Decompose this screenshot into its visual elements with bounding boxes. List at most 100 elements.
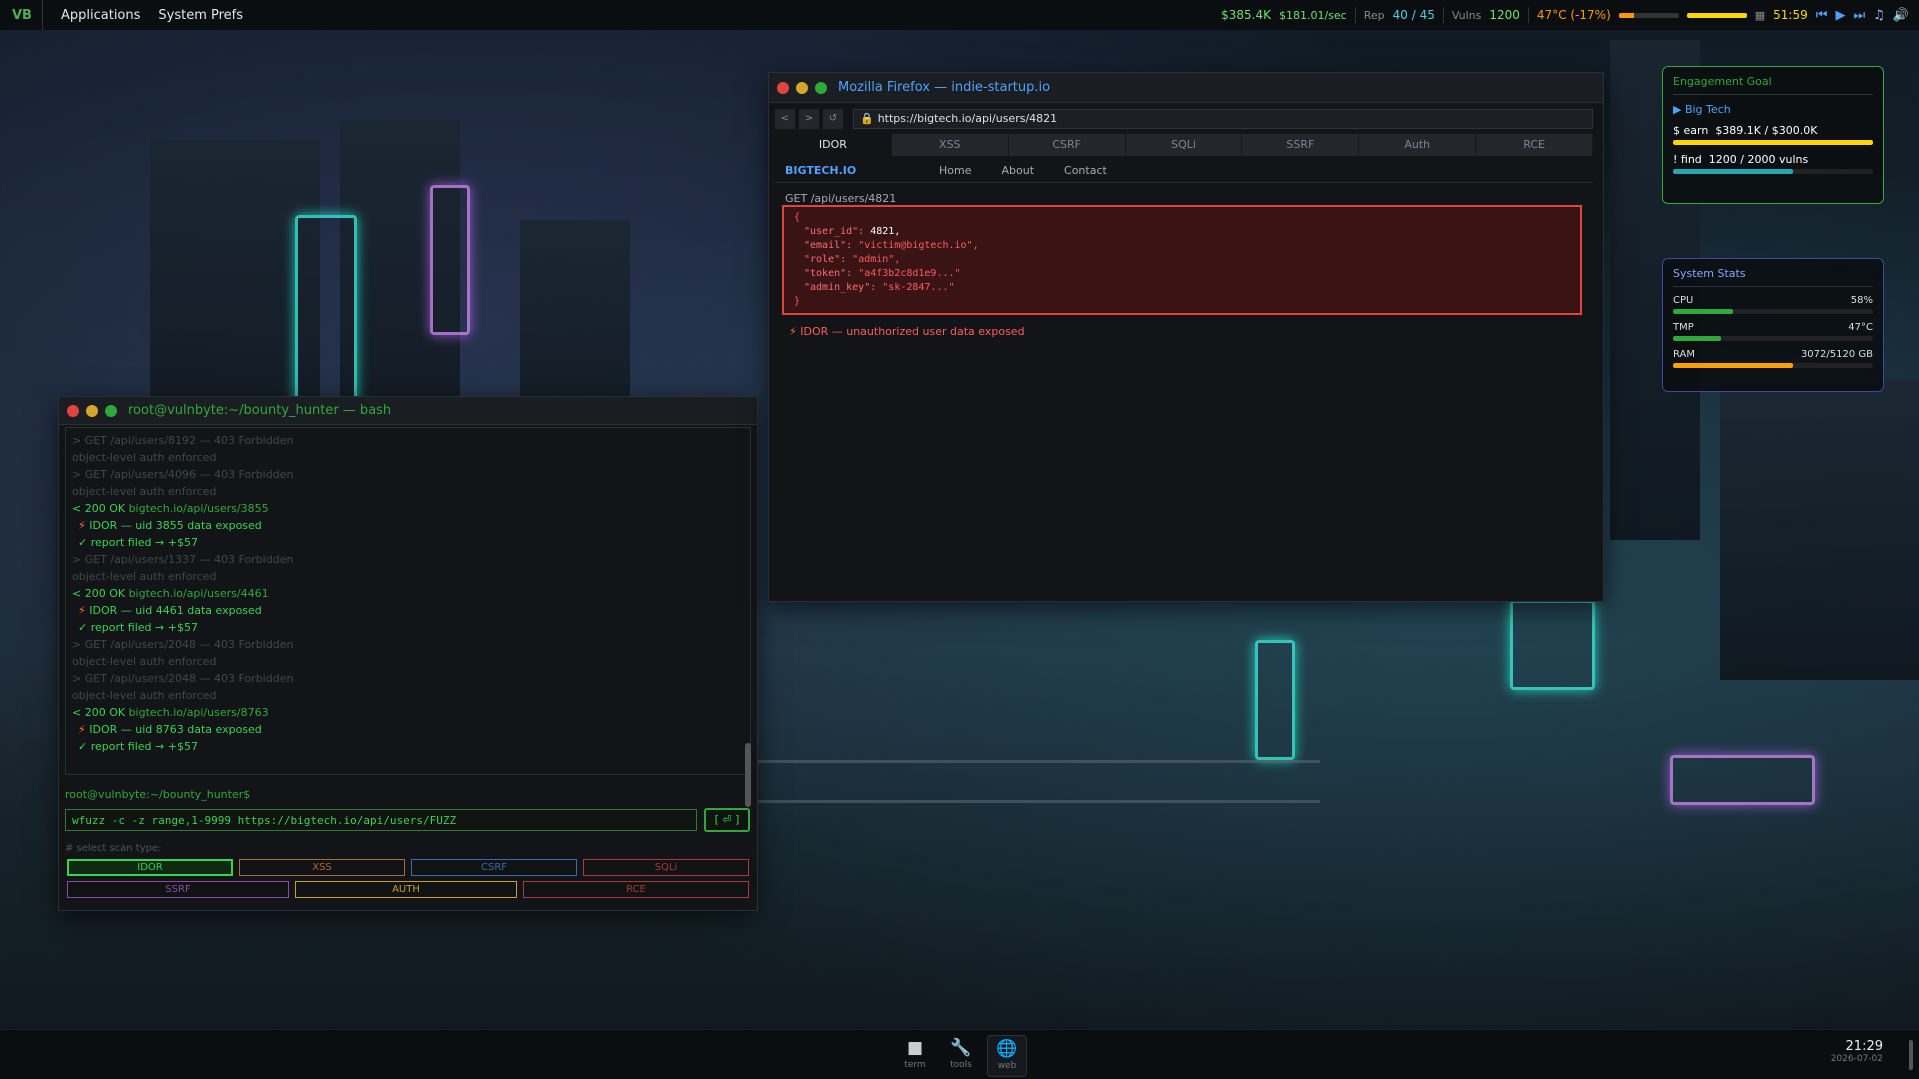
engagement-target: ▶ Big Tech — [1673, 103, 1731, 116]
separator — [1442, 7, 1444, 23]
lock-icon: 🔒 — [860, 112, 874, 125]
temperature-bar — [1618, 12, 1679, 18]
next-track-icon[interactable]: ⏭ — [1853, 8, 1865, 23]
stat-ram: RAM 3072/5120 GB — [1673, 349, 1873, 368]
minimize-button[interactable] — [796, 81, 808, 94]
site-link-contact[interactable]: Contact — [1064, 164, 1107, 177]
dock: ■ term 🔧 tools 🌐 web 21:29 2026-07-02 — [0, 1029, 1919, 1079]
tab-xss[interactable]: XSS — [891, 134, 1009, 156]
request-line: GET /api/users/4821 — [785, 192, 897, 205]
command-input[interactable]: wfuzz -c -z range,1-9999 https://bigtech… — [65, 809, 697, 831]
stat-row: CPU 58% — [1673, 295, 1873, 306]
scan-type-xss-button[interactable]: XSS — [239, 859, 405, 876]
log-line: > GET /api/users/8192 — 403 Forbidden — [72, 434, 294, 447]
money-rate: $181.01/sec — [1278, 8, 1347, 22]
earn-progress-fill — [1673, 140, 1873, 145]
dock-web-button[interactable]: 🌐 web — [987, 1035, 1027, 1077]
terminal-log[interactable]: > GET /api/users/8192 — 403 Forbidden ob… — [65, 427, 751, 775]
close-button[interactable] — [67, 404, 79, 417]
log-line-ok: < 200 OK bigtech.io/api/users/8763 — [72, 704, 744, 721]
site-nav: BIGTECH.IO Home About Contact — [775, 159, 1593, 183]
json-close: } — [794, 296, 801, 307]
tab-auth[interactable]: Auth — [1359, 134, 1477, 156]
vuln-tabs: IDOR XSS CSRF SQLi SSRF Auth RCE — [775, 134, 1594, 156]
log-line: object-level auth enforced — [72, 655, 217, 668]
log-host: bigtech.io/api/users/3855 — [128, 502, 269, 515]
maximize-button[interactable] — [815, 81, 827, 94]
volume-icon[interactable]: 🔊 — [1893, 8, 1909, 23]
previous-track-icon[interactable]: ⏮ — [1816, 8, 1828, 23]
log-status: < 200 OK — [72, 706, 126, 719]
show-desktop-button[interactable] — [1909, 1040, 1913, 1070]
idor-alert: ⚡ IDOR — unauthorized user data exposed — [789, 325, 1025, 338]
site-logo[interactable]: BIGTECH.IO — [775, 164, 925, 177]
terminal-prompt: root@vulnbyte:~/bounty_hunter$ — [65, 788, 251, 801]
reload-button[interactable]: ↺ — [823, 109, 843, 129]
site-link-home[interactable]: Home — [939, 164, 971, 177]
tab-ssrf[interactable]: SSRF — [1242, 134, 1360, 156]
json-key: "admin_key": — [804, 282, 883, 293]
tools-icon: 🔧 — [950, 1038, 972, 1058]
tab-rce[interactable]: RCE — [1476, 134, 1594, 156]
tab-idor[interactable]: IDOR — [775, 134, 892, 156]
forward-button[interactable]: > — [799, 109, 819, 129]
dock-tools-button[interactable]: 🔧 tools — [941, 1035, 981, 1077]
close-button[interactable] — [777, 81, 789, 94]
system-stats-title: System Stats — [1673, 267, 1873, 287]
neon-sign — [1255, 640, 1295, 760]
back-button[interactable]: < — [775, 109, 795, 129]
log-line: > GET /api/users/2048 — 403 Forbidden — [72, 638, 294, 651]
log-status: < 200 OK — [72, 587, 126, 600]
term-icon: ■ — [906, 1038, 924, 1058]
stat-bar — [1673, 336, 1873, 341]
find-value: 1200 / 2000 vulns — [1708, 153, 1809, 166]
site-link-about[interactable]: About — [1001, 164, 1034, 177]
stat-row: TMP 47°C — [1673, 322, 1873, 333]
stat-bar — [1673, 363, 1873, 368]
address-field[interactable]: 🔒 https://bigtech.io/api/users/4821 — [853, 109, 1593, 129]
tab-csrf[interactable]: CSRF — [1008, 134, 1126, 156]
dock-label: tools — [950, 1060, 972, 1070]
stat-label: CPU — [1673, 295, 1694, 306]
bolt-icon: ⚡ — [78, 604, 90, 617]
scan-type-label: # select scan type: — [65, 843, 162, 854]
menu-applications[interactable]: Applications — [43, 8, 158, 23]
scan-type-idor-button[interactable]: IDOR — [67, 859, 233, 876]
json-value: 4821, — [870, 226, 901, 237]
log-line: object-level auth enforced — [72, 485, 217, 498]
stats-list: CPU 58% TMP 47°C RAM 3072/5120 GB — [1673, 295, 1873, 368]
json-key: "token": — [804, 268, 859, 279]
url-bar: < > ↺ 🔒 https://bigtech.io/api/users/4821 — [775, 108, 1593, 130]
progress-bar — [1686, 12, 1747, 18]
menu-system-prefs[interactable]: System Prefs — [158, 8, 261, 23]
json-key: "user_id": — [804, 226, 871, 237]
scan-type-sqli-button[interactable]: SQLi — [583, 859, 749, 876]
dock-label: term — [904, 1060, 926, 1070]
scan-type-csrf-button[interactable]: CSRF — [411, 859, 577, 876]
scan-type-rce-button[interactable]: RCE — [523, 881, 749, 898]
terminal-titlebar[interactable]: root@vulnbyte:~/bounty_hunter — bash — [59, 397, 757, 425]
scan-type-ssrf-button[interactable]: SSRF — [67, 881, 289, 898]
scan-type-auth-button[interactable]: AUTH — [295, 881, 517, 898]
json-line: "user_id": 4821, — [794, 225, 1570, 239]
log-line: > GET /api/users/4096 — 403 Forbidden — [72, 468, 294, 481]
dock-term-button[interactable]: ■ term — [895, 1035, 935, 1077]
neon-sign — [1510, 600, 1595, 690]
json-line: "admin_key": "sk-2847..." — [794, 281, 1570, 295]
music-note-icon[interactable]: ♫ — [1873, 8, 1885, 23]
stat-bar-fill — [1673, 309, 1733, 314]
json-value: "sk-2847..." — [882, 282, 955, 293]
stat-bar-fill — [1673, 363, 1793, 368]
run-command-button[interactable]: [ ⏎ ] — [704, 808, 750, 832]
stat-cpu: CPU 58% — [1673, 295, 1873, 314]
terminal-scrollbar[interactable] — [745, 743, 751, 807]
play-icon[interactable]: ▶ — [1835, 8, 1845, 23]
app-logo[interactable]: VB — [0, 0, 43, 30]
log-line-ok: < 200 OK bigtech.io/api/users/3855 — [72, 500, 744, 517]
browser-window: Mozilla Firefox — indie-startup.io < > ↺… — [768, 72, 1604, 602]
maximize-button[interactable] — [105, 404, 117, 417]
clock[interactable]: 21:29 2026-07-02 — [1831, 1039, 1883, 1064]
minimize-button[interactable] — [86, 404, 98, 417]
tab-sqli[interactable]: SQLi — [1125, 134, 1243, 156]
browser-titlebar[interactable]: Mozilla Firefox — indie-startup.io — [769, 73, 1603, 103]
